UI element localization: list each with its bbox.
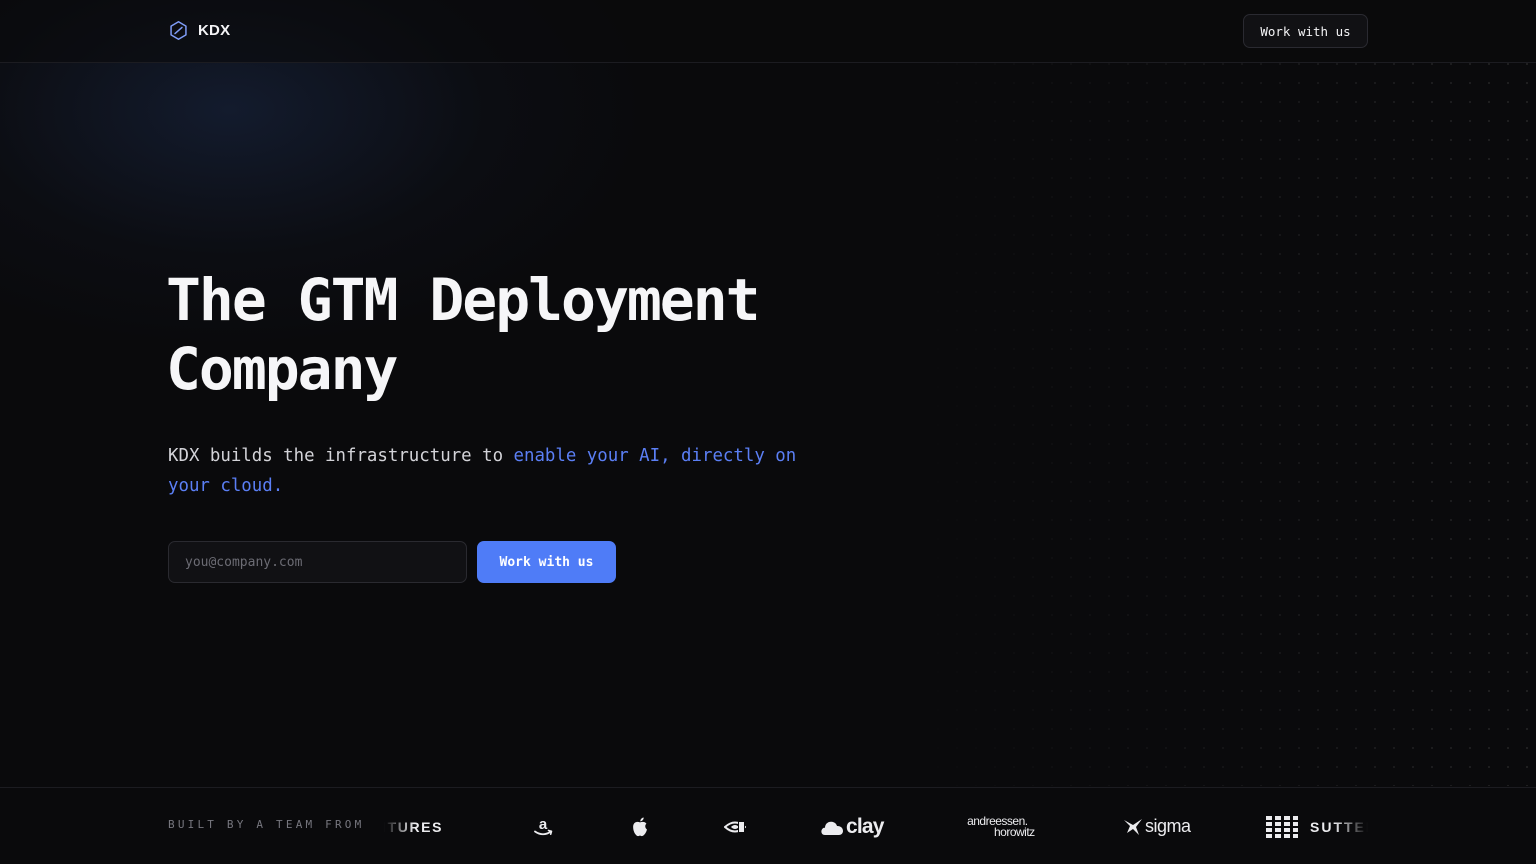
amazon-logo-icon: a bbox=[534, 816, 553, 835]
work-with-us-nav-button[interactable]: Work with us bbox=[1243, 14, 1368, 48]
signup-form: Work with us bbox=[168, 541, 616, 583]
logo-ventures: VENTURES bbox=[384, 818, 444, 835]
hero-subtitle: KDX builds the infrastructure to enable … bbox=[168, 441, 828, 501]
logo-nvidia bbox=[724, 788, 746, 864]
logo-amazon: a bbox=[532, 788, 554, 864]
apple-logo-icon bbox=[633, 816, 647, 836]
logo-clay: clay bbox=[820, 788, 884, 864]
sigma-wordmark: sigma bbox=[1145, 816, 1191, 836]
a16z-wordmark-line2: horowitz bbox=[994, 824, 1035, 839]
dot-grid-background bbox=[880, 63, 1536, 786]
hexagon-logo-icon bbox=[170, 21, 187, 40]
logo-andreessen-horowitz: andreessen. horowitz bbox=[960, 788, 1035, 864]
clay-wordmark: clay bbox=[846, 814, 884, 838]
email-input[interactable] bbox=[168, 541, 467, 583]
logos-strip: BUILT BY A TEAM FROM VENTURES a bbox=[0, 787, 1536, 864]
cloud-icon bbox=[821, 821, 843, 835]
hero-title-line1: The GTM Deployment bbox=[166, 266, 761, 334]
sutter-wordmark: SUTTER bbox=[1310, 818, 1368, 835]
svg-text:a: a bbox=[539, 816, 548, 833]
work-with-us-submit-button[interactable]: Work with us bbox=[477, 541, 616, 583]
grid-icon bbox=[1266, 815, 1298, 838]
brand-logo-link[interactable]: KDX bbox=[168, 20, 230, 41]
brand-name: KDX bbox=[198, 22, 231, 39]
hero-title-line2: Company bbox=[166, 335, 398, 403]
logo-sigma: sigma bbox=[1123, 788, 1191, 864]
hero-title: The GTM Deployment Company bbox=[166, 266, 886, 404]
logo-marquee: VENTURES a bbox=[384, 788, 1368, 864]
built-by-label: BUILT BY A TEAM FROM bbox=[168, 818, 365, 831]
hero-subtitle-text: KDX builds the infrastructure to bbox=[168, 446, 514, 466]
landing-page: KDX Work with us The GTM Deployment Comp… bbox=[0, 0, 1536, 864]
top-nav: KDX Work with us bbox=[0, 0, 1536, 63]
logo-apple bbox=[630, 788, 650, 864]
logo-sutter: SUTTER bbox=[1266, 788, 1368, 864]
nvidia-logo-icon bbox=[724, 820, 746, 833]
sigma-bird-icon bbox=[1124, 818, 1142, 835]
